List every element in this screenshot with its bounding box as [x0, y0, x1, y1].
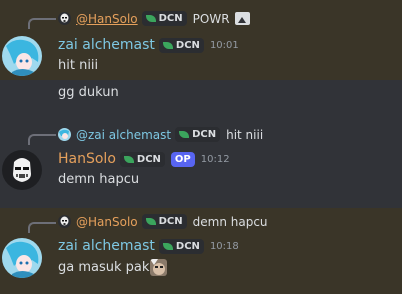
stormtrooper-avatar-icon	[58, 12, 71, 25]
author-name[interactable]: zai alchemast	[58, 238, 155, 254]
stormtrooper-avatar-icon	[58, 215, 71, 228]
reply-preview[interactable]: @HanSolo DCN demn hapcu	[58, 214, 268, 229]
message-text: demn hapcu	[58, 172, 140, 187]
message-text: ga masuk pak	[58, 260, 150, 275]
reply-author[interactable]: @HanSolo	[76, 12, 138, 26]
anime-avatar-icon	[58, 128, 71, 141]
reply-text: demn hapcu	[192, 214, 268, 229]
custom-emoji-icon[interactable]	[150, 259, 168, 276]
tag-label: DCN	[175, 240, 200, 252]
leaf-icon	[179, 131, 190, 138]
reply-author[interactable]: @zai alchemast	[76, 128, 171, 142]
message-text: hit niii	[58, 58, 99, 73]
message-group: @HanSolo DCN demn hapcu zai alchemast DC…	[0, 208, 402, 294]
reply-text: POWR	[192, 11, 230, 26]
avatar[interactable]	[2, 36, 42, 76]
leaf-icon	[162, 41, 173, 49]
dcn-tag: DCN	[175, 127, 221, 142]
timestamp: 10:18	[209, 240, 239, 252]
author-name[interactable]: zai alchemast	[58, 37, 155, 53]
message-body: ga masuk pak	[58, 259, 168, 276]
dcn-tag: DCN	[141, 214, 187, 229]
message-header: zai alchemast DCN 10:01	[58, 36, 239, 54]
timestamp: 10:01	[209, 39, 239, 51]
message-group: @HanSolo DCN POWR zai alchemast DCN 10:0…	[0, 0, 402, 80]
message-header: HanSolo DCN OP 10:12	[58, 150, 230, 168]
avatar[interactable]	[2, 150, 42, 190]
dcn-tag: DCN	[158, 238, 204, 254]
image-icon	[234, 12, 250, 25]
tag-label: DCN	[158, 216, 183, 227]
author-name[interactable]: HanSolo	[58, 151, 116, 167]
message-group: @zai alchemast DCN hit niii HanSolo DCN …	[0, 120, 402, 200]
leaf-icon	[123, 155, 134, 163]
tag-label: DCN	[136, 153, 161, 165]
leaf-icon	[162, 242, 173, 250]
avatar[interactable]	[2, 238, 42, 278]
dcn-tag: DCN	[141, 11, 187, 26]
tag-label: DCN	[175, 39, 200, 51]
reply-connector	[28, 134, 56, 145]
reply-connector	[28, 222, 56, 233]
dcn-tag: DCN	[158, 37, 204, 53]
reply-preview[interactable]: @zai alchemast DCN hit niii	[58, 127, 263, 142]
leaf-icon	[145, 218, 156, 225]
leaf-icon	[145, 15, 156, 22]
op-badge: OP	[170, 151, 195, 167]
reply-text: hit niii	[226, 127, 264, 142]
reply-author[interactable]: @HanSolo	[76, 215, 138, 229]
dcn-tag: DCN	[119, 151, 165, 167]
message-header: zai alchemast DCN 10:18	[58, 237, 239, 255]
reply-connector	[28, 18, 56, 29]
tag-label: DCN	[158, 13, 183, 24]
reply-preview[interactable]: @HanSolo DCN POWR	[58, 11, 250, 26]
tag-label: DCN	[192, 129, 217, 140]
timestamp: 10:12	[200, 153, 230, 165]
message-text: gg dukun	[58, 85, 119, 100]
